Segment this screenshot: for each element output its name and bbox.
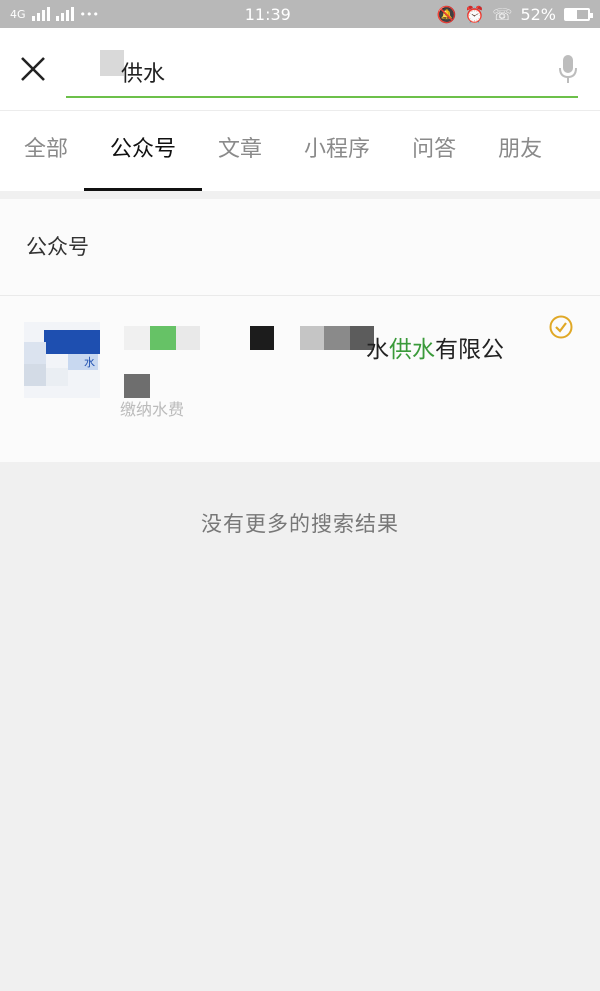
battery-icon — [564, 7, 593, 21]
search-underline — [66, 96, 578, 98]
status-right: 🔕 ⏰ ☏ 52% — [436, 4, 593, 24]
tab-official-accounts[interactable]: 公众号 — [84, 111, 203, 191]
account-subtitle: 缴纳水费 — [120, 400, 185, 419]
clock: 11:39 — [244, 4, 291, 24]
network-label: 4G — [10, 7, 26, 21]
status-bar: 4G ••• 11:39 🔕 ⏰ ☏ 52% — [0, 0, 600, 28]
divider-gap — [0, 191, 600, 199]
microphone-icon[interactable] — [558, 54, 578, 84]
battery-fill — [566, 9, 578, 19]
redacted-block — [250, 326, 274, 350]
tab-all[interactable]: 全部 — [6, 111, 86, 191]
close-button[interactable] — [0, 28, 66, 110]
account-name: 水供水有限公 — [366, 337, 504, 363]
battery-percent: 52% — [520, 4, 556, 24]
redacted-block — [176, 326, 200, 350]
redacted-block — [124, 326, 150, 350]
hd-call-icon: ☏ — [492, 4, 513, 24]
result-item[interactable]: 水 水供水有限公 缴纳水费 — [0, 296, 600, 462]
redacted-block — [324, 326, 350, 350]
official-accounts-section: 公众号 水 水供水有限公 缴纳水费 — [0, 199, 600, 462]
close-icon — [21, 57, 45, 81]
search-query-text: 供水 — [121, 62, 166, 87]
account-avatar: 水 — [24, 322, 100, 398]
search-category-tabs: 全部 公众号 文章 小程序 问答 朋友 — [0, 110, 600, 191]
search-input[interactable]: 供水 — [66, 28, 600, 110]
redacted-block — [150, 326, 176, 350]
tab-articles[interactable]: 文章 — [200, 111, 280, 191]
alarm-icon: ⏰ — [464, 4, 485, 24]
section-title: 公众号 — [0, 199, 600, 296]
redacted-block — [300, 326, 324, 350]
signal-icon — [31, 7, 50, 21]
verified-badge-icon — [549, 315, 573, 339]
mute-icon: 🔕 — [436, 4, 457, 24]
signal-icon-2 — [55, 7, 74, 21]
search-bar: 供水 — [0, 28, 600, 110]
highlighted-term: 供水 — [389, 337, 435, 363]
no-more-results-message: 没有更多的搜索结果 — [201, 512, 399, 536]
tab-friends[interactable]: 朋友 — [480, 111, 560, 191]
svg-text:水: 水 — [84, 356, 95, 369]
status-left: 4G ••• — [10, 7, 99, 21]
tab-mini-programs[interactable]: 小程序 — [286, 111, 388, 191]
tab-qa[interactable]: 问答 — [394, 111, 474, 191]
more-notifications-icon: ••• — [79, 7, 99, 21]
redacted-block — [124, 374, 150, 398]
